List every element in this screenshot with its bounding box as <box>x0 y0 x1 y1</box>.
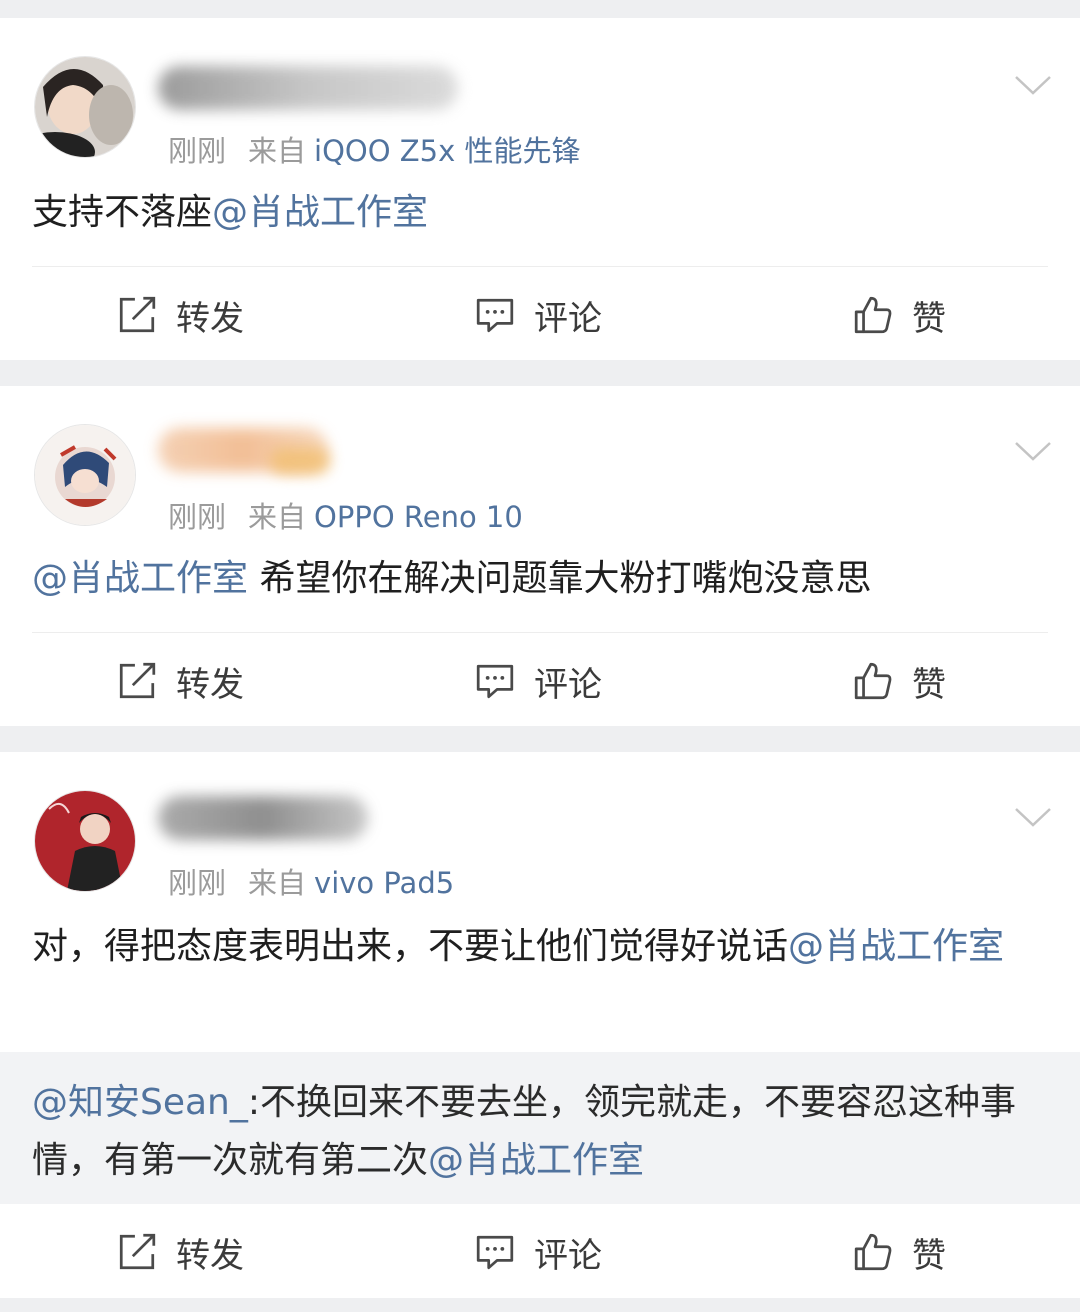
chevron-down-icon[interactable] <box>1014 806 1052 828</box>
chevron-down-icon[interactable] <box>1014 440 1052 462</box>
action-bar: 转发 评论 赞 <box>0 267 1080 363</box>
repost-label: 转发 <box>176 298 244 339</box>
post-time: 刚刚 <box>168 500 227 534</box>
repost-label: 转发 <box>176 664 244 705</box>
mention-link[interactable]: @肖战工作室 <box>788 926 1004 967</box>
quoted-user-mention[interactable]: @知安Sean_ <box>32 1082 248 1123</box>
repost-label: 转发 <box>176 1235 244 1276</box>
thumbs-up-icon <box>854 1233 892 1271</box>
comment-button[interactable]: 评论 <box>474 267 602 363</box>
thumbs-up-icon <box>854 662 892 700</box>
post-text: 希望你在解决问题靠大粉打嘴炮没意思 <box>248 558 872 599</box>
post-card: 刚刚 来自 iQOO Z5x 性能先锋 支持不落座@肖战工作室 转发 评论 赞 <box>0 18 1080 360</box>
post-time: 刚刚 <box>168 866 227 900</box>
like-button[interactable]: 赞 <box>852 633 946 729</box>
like-button[interactable]: 赞 <box>852 1204 946 1300</box>
post-content: @肖战工作室 希望你在解决问题靠大粉打嘴炮没意思 <box>32 550 1052 608</box>
device-source[interactable]: vivo Pad5 <box>314 866 454 900</box>
repost-button[interactable]: 转发 <box>116 267 244 363</box>
post-time: 刚刚 <box>168 134 227 168</box>
avatar[interactable] <box>34 790 136 892</box>
device-source[interactable]: OPPO Reno 10 <box>314 500 523 534</box>
username-redacted[interactable] <box>158 66 458 110</box>
avatar[interactable] <box>34 56 136 158</box>
device-source[interactable]: iQOO Z5x 性能先锋 <box>314 134 580 168</box>
post-content: 对，得把态度表明出来，不要让他们觉得好说话@肖战工作室 <box>32 918 1052 976</box>
from-label: 来自 <box>248 134 307 168</box>
comment-icon <box>476 664 514 699</box>
username-redacted-part <box>270 448 330 474</box>
mention-link[interactable]: @肖战工作室 <box>32 558 248 599</box>
from-label: 来自 <box>248 500 307 534</box>
post-meta: 刚刚 来自 OPPO Reno 10 <box>168 494 523 536</box>
repost-icon <box>119 662 156 699</box>
from-label: 来自 <box>248 866 307 900</box>
action-bar: 转发 评论 赞 <box>0 1204 1080 1300</box>
post-text: 对，得把态度表明出来，不要让他们觉得好说话 <box>32 926 789 967</box>
comment-icon <box>476 1235 514 1270</box>
repost-button[interactable]: 转发 <box>116 1204 244 1300</box>
thumbs-up-icon <box>854 296 892 334</box>
post-meta: 刚刚 来自 iQOO Z5x 性能先锋 <box>168 128 580 170</box>
comment-label: 评论 <box>534 298 602 339</box>
post-text: 支持不落座 <box>32 192 213 233</box>
post-meta: 刚刚 来自 vivo Pad5 <box>168 860 454 902</box>
repost-icon <box>119 296 156 333</box>
action-bar: 转发 评论 赞 <box>0 633 1080 729</box>
post-card: 刚刚 来自 vivo Pad5 对，得把态度表明出来，不要让他们觉得好说话@肖战工作… <box>0 752 1080 1298</box>
like-label: 赞 <box>912 664 946 705</box>
quoted-repost[interactable]: @知安Sean_:不换回来不要去坐，领完就走，不要容忍这种事情，有第一次就有第二… <box>0 1052 1080 1204</box>
like-label: 赞 <box>912 1235 946 1276</box>
avatar[interactable] <box>34 424 136 526</box>
comment-button[interactable]: 评论 <box>474 1204 602 1300</box>
repost-icon <box>119 1233 156 1270</box>
like-button[interactable]: 赞 <box>852 267 946 363</box>
like-label: 赞 <box>912 298 946 339</box>
post-card: 刚刚 来自 OPPO Reno 10 @肖战工作室 希望你在解决问题靠大粉打嘴炮没意… <box>0 386 1080 726</box>
comment-label: 评论 <box>534 664 602 705</box>
comment-label: 评论 <box>534 1235 602 1276</box>
comment-icon <box>476 298 514 333</box>
mention-link[interactable]: @肖战工作室 <box>428 1140 644 1181</box>
comment-button[interactable]: 评论 <box>474 633 602 729</box>
repost-button[interactable]: 转发 <box>116 633 244 729</box>
mention-link[interactable]: @肖战工作室 <box>212 192 428 233</box>
post-content: 支持不落座@肖战工作室 <box>32 184 1052 242</box>
username-redacted[interactable] <box>158 796 368 840</box>
chevron-down-icon[interactable] <box>1014 74 1052 96</box>
